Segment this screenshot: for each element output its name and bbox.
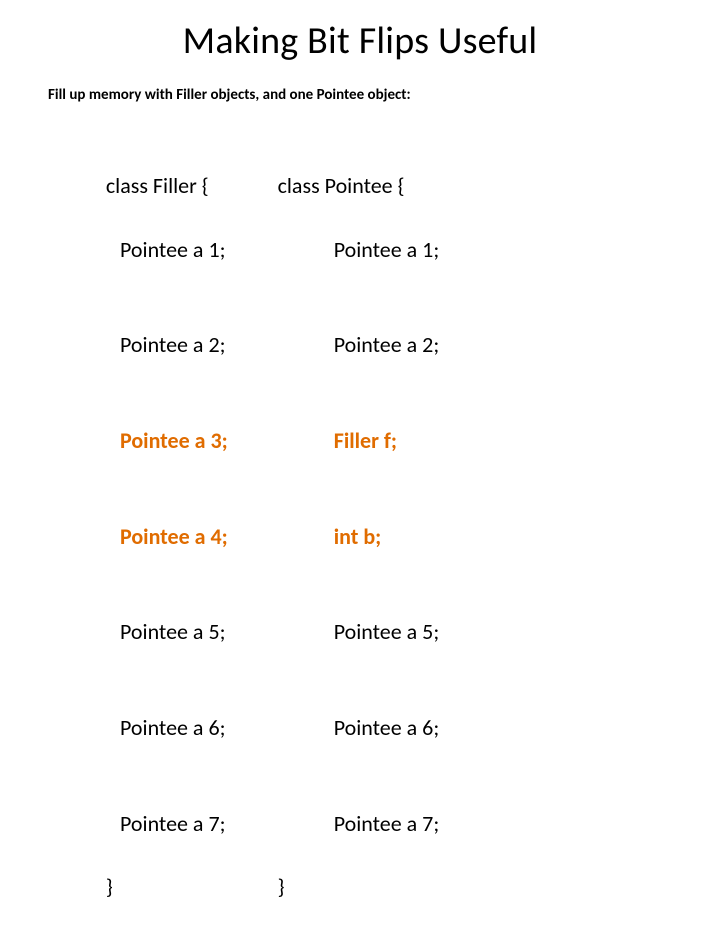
code-line: Pointee a 5; <box>76 616 228 648</box>
code-line-highlight: int b; <box>248 521 439 553</box>
code-line-highlight: Pointee a 4; <box>76 521 228 553</box>
code-block-pointee: class Pointee { Pointee a 1; Pointee a 2… <box>248 138 439 935</box>
slide: Making Bit Flips Useful Fill up memory w… <box>0 0 720 540</box>
code-line: class Pointee { <box>278 172 405 199</box>
code-line: Pointee a 2; <box>76 329 228 361</box>
code-line: Pointee a 7; <box>248 808 439 840</box>
slide-title: Making Bit Flips Useful <box>48 18 672 64</box>
code-line: } <box>106 873 113 900</box>
code-block-filler: class Filler { Pointee a 1; Pointee a 2;… <box>76 138 228 935</box>
code-line: Pointee a 1; <box>76 234 228 266</box>
code-line: Pointee a 1; <box>248 234 439 266</box>
code-columns: class Filler { Pointee a 1; Pointee a 2;… <box>48 138 672 935</box>
code-line-highlight: Pointee a 3; <box>76 425 228 457</box>
code-line: Pointee a 2; <box>248 329 439 361</box>
code-line: } <box>278 873 285 900</box>
code-line: Pointee a 6; <box>248 712 439 744</box>
code-line: Pointee a 5; <box>248 616 439 648</box>
slide-subtitle: Fill up memory with Filler objects, and … <box>48 86 672 104</box>
code-line: class Filler { <box>106 172 209 199</box>
code-line: Pointee a 6; <box>76 712 228 744</box>
code-line-highlight: Filler f; <box>248 425 439 457</box>
code-line: Pointee a 7; <box>76 808 228 840</box>
